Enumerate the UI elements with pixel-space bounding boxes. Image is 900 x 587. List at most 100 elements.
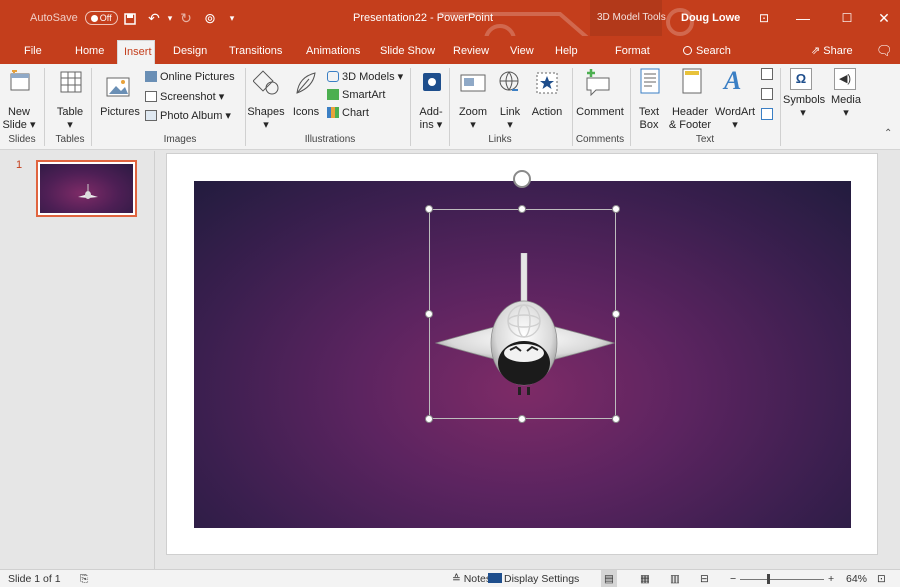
resize-handle-left[interactable]: [425, 310, 433, 318]
comments-icon[interactable]: 🗨: [870, 40, 899, 64]
photo-album-button[interactable]: Photo Album ▾: [145, 109, 231, 123]
tell-me-search[interactable]: Search: [677, 40, 737, 64]
ribbon-display-options-icon[interactable]: ⊡: [754, 0, 774, 36]
text-box-sub: Box: [639, 119, 659, 131]
resize-handle-bottom[interactable]: [518, 415, 526, 423]
display-settings-icon: [488, 573, 502, 583]
3d-models-button[interactable]: 3D Models ▾: [327, 70, 403, 84]
tab-insert[interactable]: Insert: [117, 40, 155, 64]
tab-design[interactable]: Design: [167, 40, 213, 64]
zoom-out-button[interactable]: −: [730, 570, 736, 587]
resize-handle-bottom-right[interactable]: [612, 415, 620, 423]
screenshot-label: Screenshot ▾: [160, 91, 225, 103]
search-icon: [683, 46, 692, 55]
resize-handle-top-left[interactable]: [425, 205, 433, 213]
speaker-icon: ◀): [834, 68, 856, 90]
thumbnail-image: [40, 164, 133, 213]
slide-number-icon[interactable]: [761, 88, 773, 100]
redo-icon[interactable]: ↻: [176, 0, 196, 36]
chart-button[interactable]: Chart: [327, 106, 369, 120]
vertical-scrollbar[interactable]: [892, 151, 900, 569]
addins-sub: ins ▾: [419, 119, 443, 131]
selection-frame: [429, 209, 616, 419]
action-label: Action: [531, 106, 563, 118]
notes-icon: ≙: [452, 573, 464, 585]
fit-slide-icon[interactable]: ⊡: [877, 570, 886, 587]
collapse-ribbon-icon[interactable]: ⌃: [884, 128, 892, 139]
group-separator: [572, 68, 573, 146]
new-comment-icon: [586, 69, 610, 96]
ribbon-insert: New Slide ▾ Slides Table ▾ Tables Pictures…: [0, 64, 900, 150]
tab-slide-show[interactable]: Slide Show: [374, 40, 441, 64]
text-box-icon: [640, 68, 660, 94]
group-label-slides: Slides: [8, 134, 36, 145]
save-icon[interactable]: [120, 0, 140, 36]
date-time-icon[interactable]: [761, 68, 773, 80]
maximize-icon[interactable]: ☐: [837, 0, 857, 36]
tab-home[interactable]: Home: [69, 40, 110, 64]
normal-view-icon[interactable]: ▤: [601, 570, 617, 587]
user-name[interactable]: Doug Lowe: [681, 0, 740, 36]
spelling-check-icon[interactable]: ⎘: [80, 570, 88, 587]
display-settings-button[interactable]: Display Settings: [488, 570, 579, 587]
zoom-thumb[interactable]: [766, 574, 770, 584]
pictures-icon: [106, 77, 130, 97]
icons-label: Icons: [292, 106, 320, 118]
wordart-label: WordArt: [714, 106, 756, 118]
resize-handle-top[interactable]: [518, 205, 526, 213]
header-footer-icon: [682, 68, 702, 94]
zoom-level[interactable]: 64%: [846, 570, 867, 587]
link-sub: ▾: [507, 119, 513, 131]
document-title: Presentation22 - PowerPoint: [353, 12, 494, 24]
table-icon: [60, 71, 82, 93]
resize-handle-top-right[interactable]: [612, 205, 620, 213]
tab-transitions[interactable]: Transitions: [223, 40, 288, 64]
tab-review[interactable]: Review: [447, 40, 495, 64]
object-icon[interactable]: [761, 108, 773, 120]
table-sub: ▾: [67, 119, 73, 131]
slide-thumbnail[interactable]: [36, 160, 137, 217]
photo-album-icon: [145, 110, 157, 121]
tab-view[interactable]: View: [504, 40, 540, 64]
wordart-icon: A: [724, 66, 742, 95]
slide-count: Slide 1 of 1: [8, 573, 61, 585]
tab-help[interactable]: Help: [549, 40, 584, 64]
display-settings-label: Display Settings: [504, 573, 580, 585]
share-label: Share: [823, 45, 853, 57]
symbols-sub: ▾: [800, 107, 806, 119]
tab-format[interactable]: Format: [609, 40, 656, 64]
share-button[interactable]: ⇗ Share: [805, 40, 859, 64]
tab-file[interactable]: File: [18, 40, 48, 64]
media-label: Media: [831, 94, 861, 106]
zoom-slider[interactable]: [740, 570, 824, 587]
notes-button[interactable]: ≙ Notes: [452, 570, 491, 587]
autosave-switch[interactable]: Off: [84, 11, 118, 26]
link-label: Link: [499, 106, 521, 118]
smartart-icon: [327, 89, 339, 100]
header-footer-sub: & Footer: [668, 119, 712, 131]
group-label-text: Text: [695, 134, 715, 145]
screenshot-icon: [145, 91, 157, 102]
online-pictures-label: Online Pictures: [160, 71, 235, 83]
screenshot-button[interactable]: Screenshot ▾: [145, 90, 224, 104]
slide-sorter-icon[interactable]: ▦: [640, 570, 650, 587]
rotate-handle-icon[interactable]: [513, 170, 531, 188]
online-pictures-button[interactable]: Online Pictures: [145, 70, 235, 84]
shuttle-thumbnail-icon: [78, 184, 98, 199]
resize-handle-bottom-left[interactable]: [425, 415, 433, 423]
close-icon[interactable]: ✕: [874, 0, 894, 36]
slide-show-icon[interactable]: ⊟: [700, 570, 709, 587]
smartart-button[interactable]: SmartArt: [327, 88, 385, 102]
present-from-start-icon[interactable]: ⊚: [200, 0, 220, 36]
zoom-in-button[interactable]: +: [828, 570, 834, 587]
group-label-images: Images: [163, 134, 197, 145]
tab-animations[interactable]: Animations: [300, 40, 366, 64]
autosave-toggle[interactable]: AutoSave Off: [30, 0, 118, 36]
link-icon: [499, 71, 519, 91]
resize-handle-right[interactable]: [612, 310, 620, 318]
reading-view-icon[interactable]: ▥: [670, 570, 680, 587]
minimize-icon[interactable]: —: [793, 0, 813, 36]
customize-qat-icon[interactable]: ▾: [222, 0, 242, 36]
addins-icon: [423, 73, 441, 91]
zoom-track: [740, 579, 824, 580]
